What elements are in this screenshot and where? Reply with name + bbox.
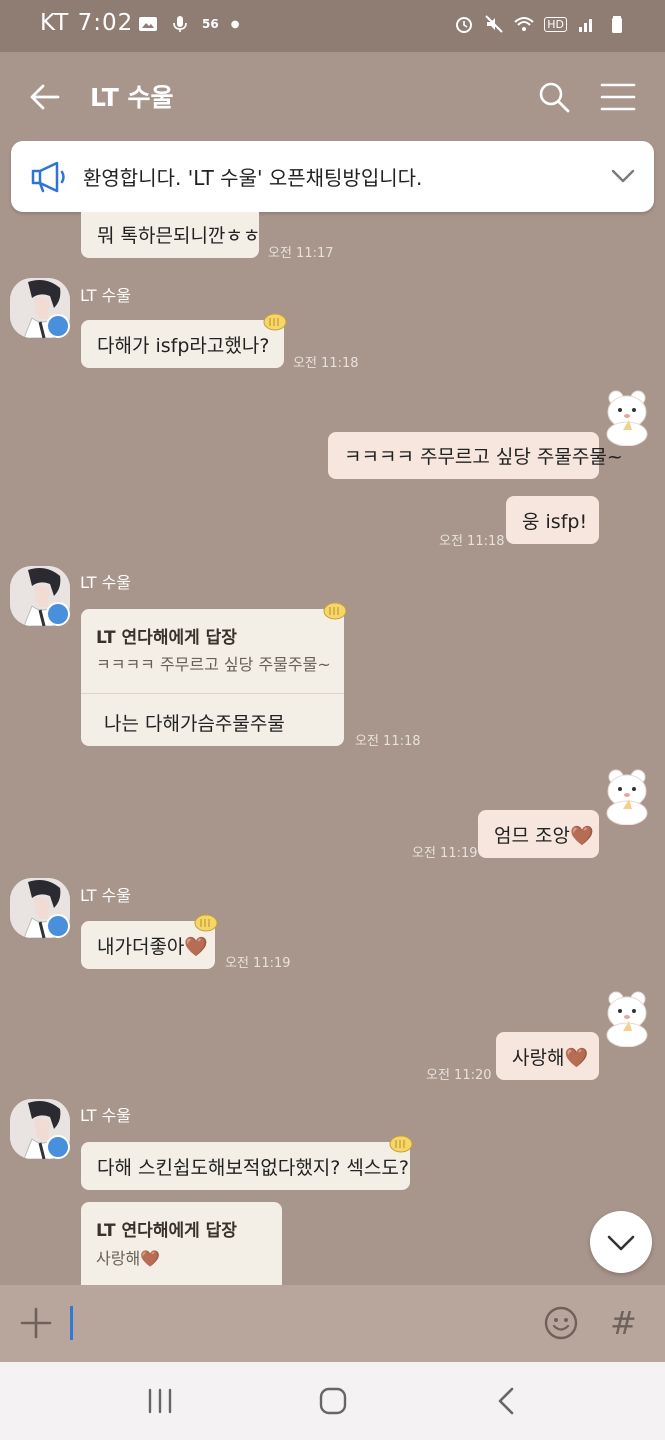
message-list[interactable]: 뭐 톡하믄되니깐ㅎㅎ 오전 11:17 LT 수울 다해가 isfp라고했나? … xyxy=(0,212,665,1285)
reply-title: LT 연다해에게 답장 xyxy=(96,1221,237,1241)
message-text: ㅋㅋㅋㅋ 주무르고 싶당 주물주물~ xyxy=(344,446,623,468)
room-title: LT 수울 xyxy=(90,83,174,112)
status-left-icons: 56 ● xyxy=(138,14,239,34)
hashtag-button[interactable]: # xyxy=(610,1304,637,1342)
wifi-icon xyxy=(514,17,534,31)
hd-label: HD xyxy=(544,16,567,32)
message-time: 오전 11:19 xyxy=(225,956,291,971)
divider xyxy=(81,693,344,694)
reaction-icon[interactable] xyxy=(388,1134,414,1154)
recent-apps-icon[interactable] xyxy=(146,1388,174,1414)
message-text: 다해 스킨쉽도해보적없다했지? 섹스도? xyxy=(97,1156,409,1179)
reaction-icon[interactable] xyxy=(322,601,348,621)
message-bubble: ㅋㅋㅋㅋ 주무르고 싶당 주물주물~ xyxy=(328,432,623,479)
alarm-icon xyxy=(456,17,473,33)
message-bubble: 웅 isfp! xyxy=(506,496,599,544)
crown-badge xyxy=(46,602,70,626)
message-text: 내가더좋아🤎 xyxy=(97,935,209,958)
sender-name: LT 수울 xyxy=(80,1106,132,1125)
home-icon[interactable] xyxy=(318,1386,348,1416)
message-time: 오전 11:20 xyxy=(426,1068,492,1083)
crown-badge xyxy=(46,314,70,338)
message-input[interactable] xyxy=(80,1303,524,1345)
system-navigation-bar xyxy=(0,1362,665,1440)
reply-message-card: LT 연다해에게 답장 사랑해🤎 xyxy=(81,1202,282,1285)
reply-quote: 사랑해🤎 xyxy=(96,1249,161,1268)
message-bubble: 다해 스킨쉽도해보적없다했지? 섹스도? xyxy=(81,1142,410,1190)
message-time: 오전 11:18 xyxy=(355,734,421,749)
sender-name: LT 수울 xyxy=(80,886,132,905)
crown-badge xyxy=(46,1135,70,1159)
message-text: 다해가 isfp라고했나? xyxy=(97,334,270,357)
dot-icon: ● xyxy=(230,18,240,30)
message-text: 사랑해🤎 xyxy=(512,1046,589,1069)
message-bubble: 사랑해🤎 xyxy=(496,1032,599,1080)
carrier-time: KT 7:02 xyxy=(40,10,134,36)
bear-sticker-icon xyxy=(606,769,648,825)
reply-title: LT 연다해에게 답장 xyxy=(96,628,237,648)
scroll-to-bottom-button[interactable] xyxy=(590,1211,652,1273)
network-label: 56 xyxy=(202,17,219,31)
megaphone-icon xyxy=(31,161,65,193)
message-time: 오전 11:18 xyxy=(439,534,505,549)
message-bubble: 뭐 톡하믄되니깐ㅎㅎ xyxy=(81,212,261,258)
smiley-icon[interactable] xyxy=(543,1305,579,1341)
plus-icon[interactable] xyxy=(20,1307,52,1339)
text-cursor xyxy=(70,1306,73,1340)
input-bar: # xyxy=(0,1285,665,1362)
reaction-icon[interactable] xyxy=(262,312,288,332)
message-text: 나는 다해가슴주물주물 xyxy=(104,713,285,735)
nav-back-icon[interactable] xyxy=(494,1386,518,1416)
battery-icon xyxy=(612,16,622,33)
mic-icon xyxy=(173,16,187,32)
back-arrow-icon[interactable] xyxy=(28,80,62,114)
message-time: 오전 11:18 xyxy=(293,356,359,371)
bear-sticker-icon xyxy=(606,390,648,446)
notice-banner[interactable]: 환영합니다. 'LT 수울' 오픈채팅방입니다. xyxy=(11,141,654,212)
status-bar: KT 7:02 56 ● HD xyxy=(0,0,665,52)
message-text: 엄므 조앙🤎 xyxy=(494,824,594,847)
bear-sticker-icon xyxy=(606,991,648,1047)
signal-icon xyxy=(579,19,592,32)
search-icon[interactable] xyxy=(537,80,571,114)
reply-message-card: LT 연다해에게 답장 ㅋㅋㅋㅋ 주무르고 싶당 주물주물~ 나는 다해가슴주물… xyxy=(81,609,344,746)
sender-name: LT 수울 xyxy=(80,573,132,592)
sender-name: LT 수울 xyxy=(80,286,132,305)
gallery-icon xyxy=(139,17,157,31)
notice-text: 환영합니다. 'LT 수울' 오픈채팅방입니다. xyxy=(83,166,423,190)
message-time: 오전 11:17 xyxy=(268,246,334,261)
crown-badge xyxy=(46,914,70,938)
chevron-down-icon[interactable] xyxy=(610,165,636,187)
chat-header: LT 수울 xyxy=(0,52,665,140)
message-text: 뭐 톡하믄되니깐ㅎㅎ xyxy=(97,224,261,247)
reaction-icon[interactable] xyxy=(193,913,219,933)
chevron-down-icon xyxy=(607,1235,635,1251)
message-bubble: 다해가 isfp라고했나? xyxy=(81,320,284,368)
message-time: 오전 11:19 xyxy=(412,846,478,861)
reply-quote: ㅋㅋㅋㅋ 주무르고 싶당 주물주물~ xyxy=(96,655,331,674)
message-text: 웅 isfp! xyxy=(522,510,588,533)
hamburger-menu-icon[interactable] xyxy=(600,82,636,112)
mute-icon xyxy=(485,15,503,33)
message-bubble: 엄므 조앙🤎 xyxy=(478,810,599,858)
status-right-icons: HD xyxy=(454,14,627,34)
